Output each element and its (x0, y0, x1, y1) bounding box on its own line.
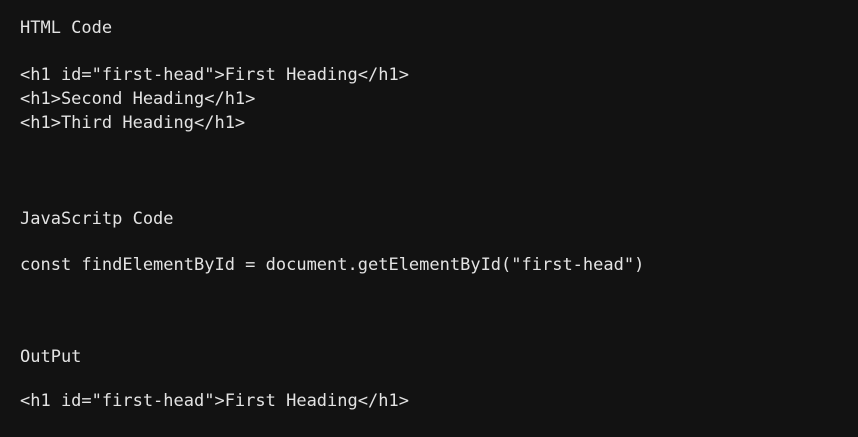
html-code-line: <h1>Third Heading</h1> (20, 113, 246, 133)
html-section-title: HTML Code (20, 18, 113, 38)
html-code-line: <h1>Second Heading</h1> (20, 89, 256, 109)
output-section-title: OutPut (20, 347, 82, 367)
js-code-line: const findElementById = document.getElem… (20, 255, 645, 275)
js-section-title: JavaScritp Code (20, 209, 174, 229)
html-code-line: <h1 id="first-head">First Heading</h1> (20, 65, 409, 85)
terminal-output: HTML Code <h1 id="first-head">First Head… (0, 0, 858, 437)
output-code-line: <h1 id="first-head">First Heading</h1> (20, 391, 409, 411)
